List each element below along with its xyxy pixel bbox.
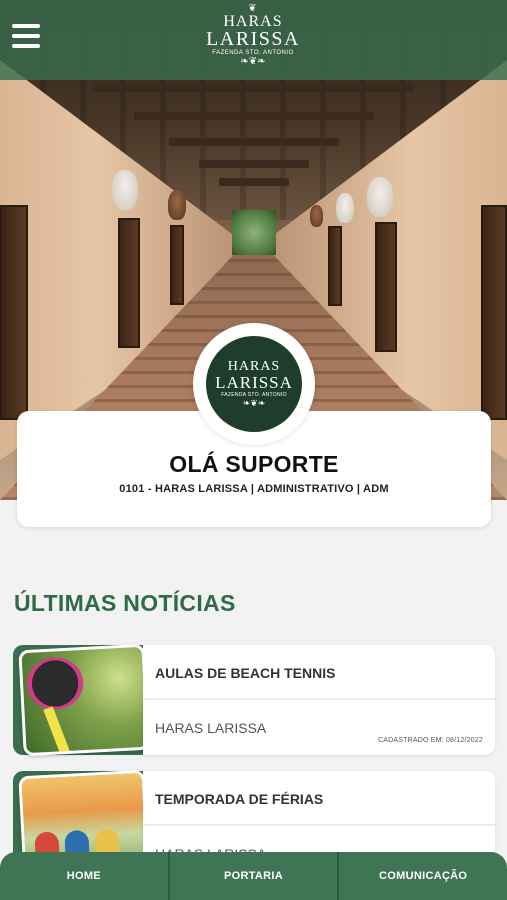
racket-shape [25,656,85,711]
avatar-logo-haras: HARAS [227,359,281,374]
avatar-logo-larissa: LARISSA [215,373,293,392]
horse-head [336,193,354,223]
logo-text-larissa: LARISSA [206,28,300,50]
menu-line [12,34,40,38]
nav-comunicacao[interactable]: COMUNICAÇÃO [339,852,507,900]
news-divider [143,824,495,826]
greeting-text: OLÁ SUPORTE [169,451,339,477]
stall-door [375,222,397,352]
stall-door [328,226,342,306]
news-date: CADASTRADO EM: 08/12/2022 [378,737,483,744]
news-source: HARAS LARISSA [155,720,267,736]
news-title: TEMPORADA DE FÉRIAS [155,791,324,807]
news-divider [143,698,495,700]
ceiling-beam [133,112,374,120]
avatar-logo-ornament: ❧❦❧ [242,398,266,408]
nav-portaria[interactable]: PORTARIA [170,852,338,900]
horse-head [367,177,393,217]
corridor-end-trees [232,210,276,255]
horse-head [310,205,323,227]
brand-logo: ❦ HARAS LARISSA FAZENDA STO. ANTONIO ❧❦❧ [203,4,303,74]
stall-door [481,205,507,420]
stall-door [118,218,140,348]
news-card-body: AULAS DE BEACH TENNIS HARAS LARISSA CADA… [143,645,495,755]
logo-text-haras: HARAS [223,13,283,30]
avatar: HARAS LARISSA FAZENDA STO. ANTONIO ❧❦❧ [206,336,302,432]
logo-bottom-ornament: ❧❦❧ [240,56,266,67]
ceiling-beam [93,84,414,92]
ceiling-beam [168,138,339,146]
menu-line [12,24,40,28]
news-card[interactable]: AULAS DE BEACH TENNIS HARAS LARISSA CADA… [13,643,495,757]
stall-door [0,205,28,420]
news-title: AULAS DE BEACH TENNIS [155,665,336,681]
user-details: 0101 - HARAS LARISSA | ADMINISTRATIVO | … [119,483,389,495]
menu-line [12,44,40,48]
news-section-title: ÚLTIMAS NOTÍCIAS [14,590,236,616]
nav-home[interactable]: HOME [0,852,168,900]
horse-head [168,190,186,220]
racket-handle [43,706,70,755]
horse-head [112,170,138,210]
ceiling-beam [218,178,289,186]
top-bar: ❦ HARAS LARISSA FAZENDA STO. ANTONIO ❧❦❧ [0,0,507,80]
stall-door [170,225,184,305]
ceiling-beam [198,160,309,168]
bottom-navigation: HOME PORTARIA COMUNICAÇÃO [0,852,507,900]
hamburger-menu-icon[interactable] [12,24,40,50]
profile-avatar-ring: HARAS LARISSA FAZENDA STO. ANTONIO ❧❦❧ [193,323,315,445]
news-thumbnail-beach-tennis [18,643,150,757]
